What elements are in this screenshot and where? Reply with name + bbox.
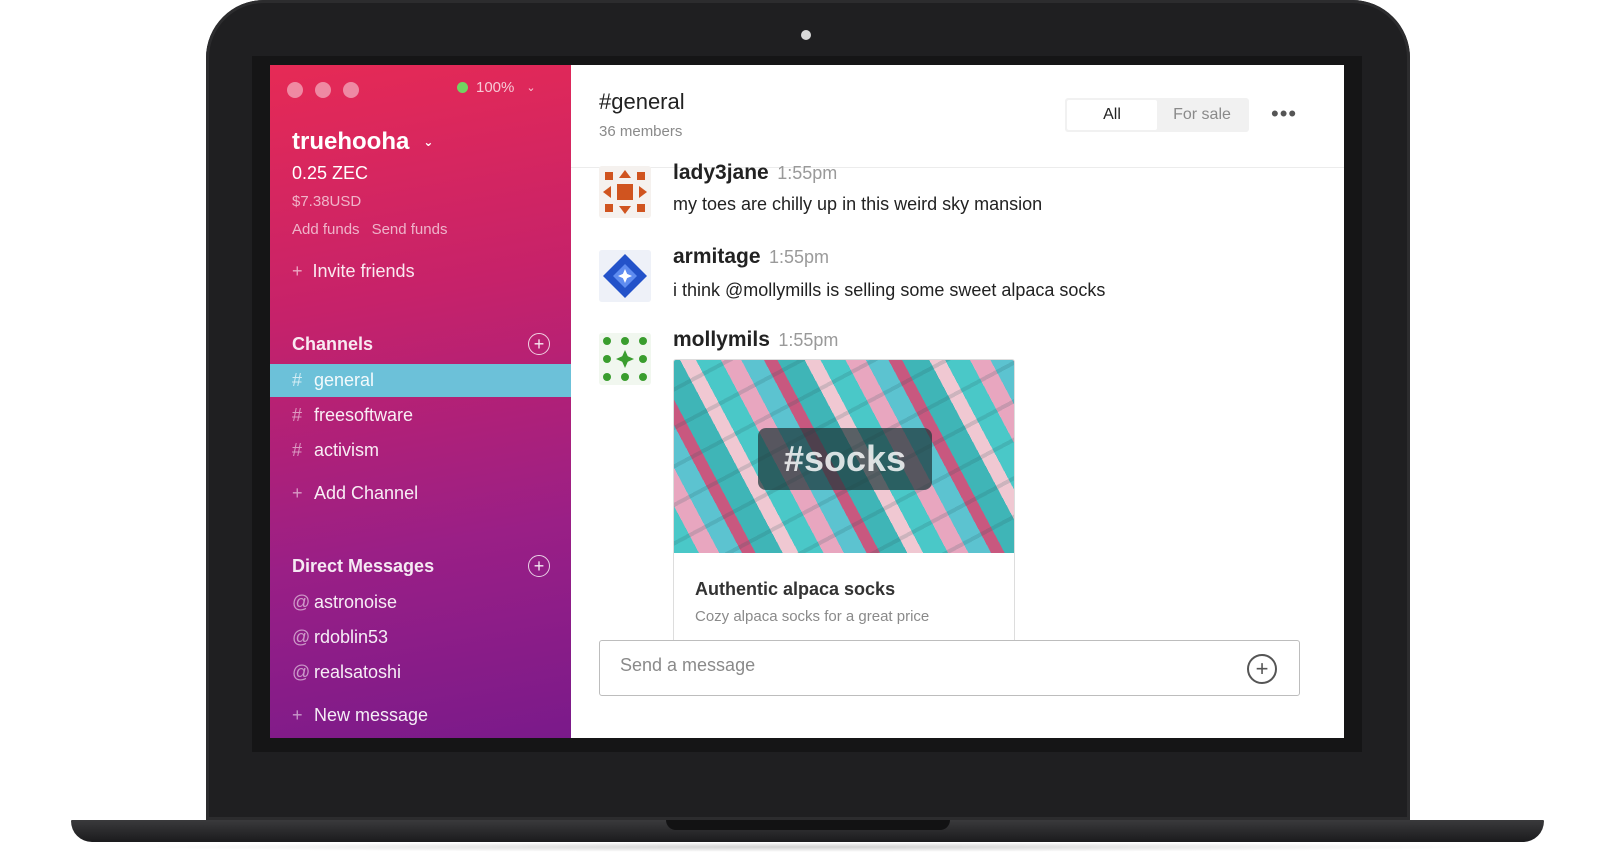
message-time: 1:55pm: [769, 247, 830, 267]
add-channel-button[interactable]: + Add Channel: [270, 477, 571, 510]
add-channel-icon[interactable]: +: [528, 333, 550, 355]
message-author[interactable]: lady3jane: [673, 161, 769, 184]
invite-friends-button[interactable]: + Invite friends: [292, 261, 415, 282]
new-message-label: New message: [314, 705, 429, 725]
add-funds-link[interactable]: Add funds: [292, 221, 360, 238]
invite-friends-label: Invite friends: [312, 261, 415, 281]
direct-messages-title: Direct Messages: [292, 555, 435, 576]
direct-messages-header: Direct Messages +: [292, 555, 550, 577]
close-window-button[interactable]: [287, 82, 303, 98]
send-funds-link[interactable]: Send funds: [372, 221, 448, 238]
wallet-name: truehooha: [292, 128, 410, 155]
filter-for-sale-tab[interactable]: For sale: [1157, 100, 1247, 130]
at-icon: @: [292, 662, 311, 682]
wallet-balance: 0.25 ZEC: [292, 163, 369, 183]
minimize-window-button[interactable]: [315, 82, 331, 98]
new-message-button[interactable]: + New message: [270, 699, 571, 732]
maximize-window-button[interactable]: [343, 82, 359, 98]
dm-item-realsatoshi[interactable]: @ realsatoshi: [270, 656, 571, 689]
add-attachment-icon[interactable]: +: [1247, 654, 1277, 684]
channels-title: Channels: [292, 333, 374, 354]
connection-status[interactable]: 100% ⌄: [457, 79, 536, 96]
message-time: 1:55pm: [777, 163, 838, 183]
at-icon: @: [292, 592, 311, 612]
message-author[interactable]: armitage: [673, 245, 761, 268]
hash-icon: #: [292, 370, 303, 390]
plus-icon: +: [292, 705, 303, 725]
avatar-armitage[interactable]: [599, 250, 651, 302]
message-filter: All For sale: [1065, 98, 1249, 132]
app-window: 100% ⌄ truehooha ⌄ 0.25 ZEC $7.38USD Add…: [270, 65, 1344, 738]
laptop-notch: [666, 820, 950, 830]
fund-links: Add funds Send funds: [292, 221, 447, 238]
message-input[interactable]: [620, 655, 1220, 676]
message-header: armitage 1:55pm: [673, 245, 829, 269]
channel-label: activism: [314, 440, 380, 460]
more-options-icon[interactable]: •••: [1271, 101, 1297, 127]
channel-item-freesoftware[interactable]: # freesoftware: [270, 399, 571, 432]
filter-all-tab[interactable]: All: [1067, 100, 1157, 130]
channels-header: Channels +: [292, 333, 550, 355]
at-icon: @: [292, 627, 311, 647]
online-status-icon: [457, 82, 468, 93]
listing-image: #socks: [674, 360, 1014, 553]
plus-icon: +: [292, 483, 303, 503]
wallet-balance-usd: $7.38USD: [292, 193, 362, 210]
camera-dot: [801, 30, 811, 40]
channel-item-activism[interactable]: # activism: [270, 434, 571, 467]
avatar-lady3jane[interactable]: [599, 166, 651, 218]
message-time: 1:55pm: [778, 330, 839, 350]
message-author[interactable]: mollymils: [673, 328, 770, 351]
message-text: my toes are chilly up in this weird sky …: [673, 194, 1043, 214]
hash-icon: #: [292, 440, 303, 460]
wallet-switcher[interactable]: truehooha ⌄: [292, 128, 433, 156]
window-controls: [287, 82, 359, 98]
dm-label: realsatoshi: [314, 662, 402, 682]
dm-label: rdoblin53: [314, 627, 389, 647]
chat-pane: #general 36 members All For sale ••• lad…: [571, 65, 1344, 738]
add-channel-label: Add Channel: [314, 483, 419, 503]
hash-icon: #: [292, 405, 303, 425]
connection-percent: 100%: [476, 79, 515, 96]
channel-title: #general: [599, 89, 685, 114]
plus-icon: +: [292, 261, 303, 281]
dm-item-rdoblin53[interactable]: @ rdoblin53: [270, 621, 571, 654]
channel-item-general[interactable]: # general: [270, 364, 571, 397]
chat-header: #general 36 members All For sale •••: [571, 65, 1344, 168]
listing-description: Cozy alpaca socks for a great price: [695, 608, 930, 625]
laptop-shadow: [120, 842, 1500, 852]
listing-title: Authentic alpaca socks: [695, 579, 896, 599]
listing-card[interactable]: #socks Authentic alpaca socks Cozy alpac…: [673, 359, 1015, 649]
chevron-down-icon: ⌄: [423, 135, 434, 149]
channel-label: freesoftware: [314, 405, 414, 425]
message-header: lady3jane 1:55pm: [673, 161, 837, 185]
message-composer: +: [599, 640, 1300, 696]
message-header: mollymils 1:55pm: [673, 328, 838, 352]
channel-label: general: [314, 370, 375, 390]
dm-item-astronoise[interactable]: @ astronoise: [270, 586, 571, 619]
message-text: i think @mollymills is selling some swee…: [673, 280, 1106, 300]
listing-tag: #socks: [758, 428, 932, 490]
sidebar: 100% ⌄ truehooha ⌄ 0.25 ZEC $7.38USD Add…: [270, 65, 571, 738]
avatar-mollymils[interactable]: [599, 333, 651, 385]
dm-label: astronoise: [314, 592, 398, 612]
add-dm-icon[interactable]: +: [528, 555, 550, 577]
member-count: 36 members: [599, 123, 683, 140]
chevron-down-icon: ⌄: [526, 82, 536, 94]
